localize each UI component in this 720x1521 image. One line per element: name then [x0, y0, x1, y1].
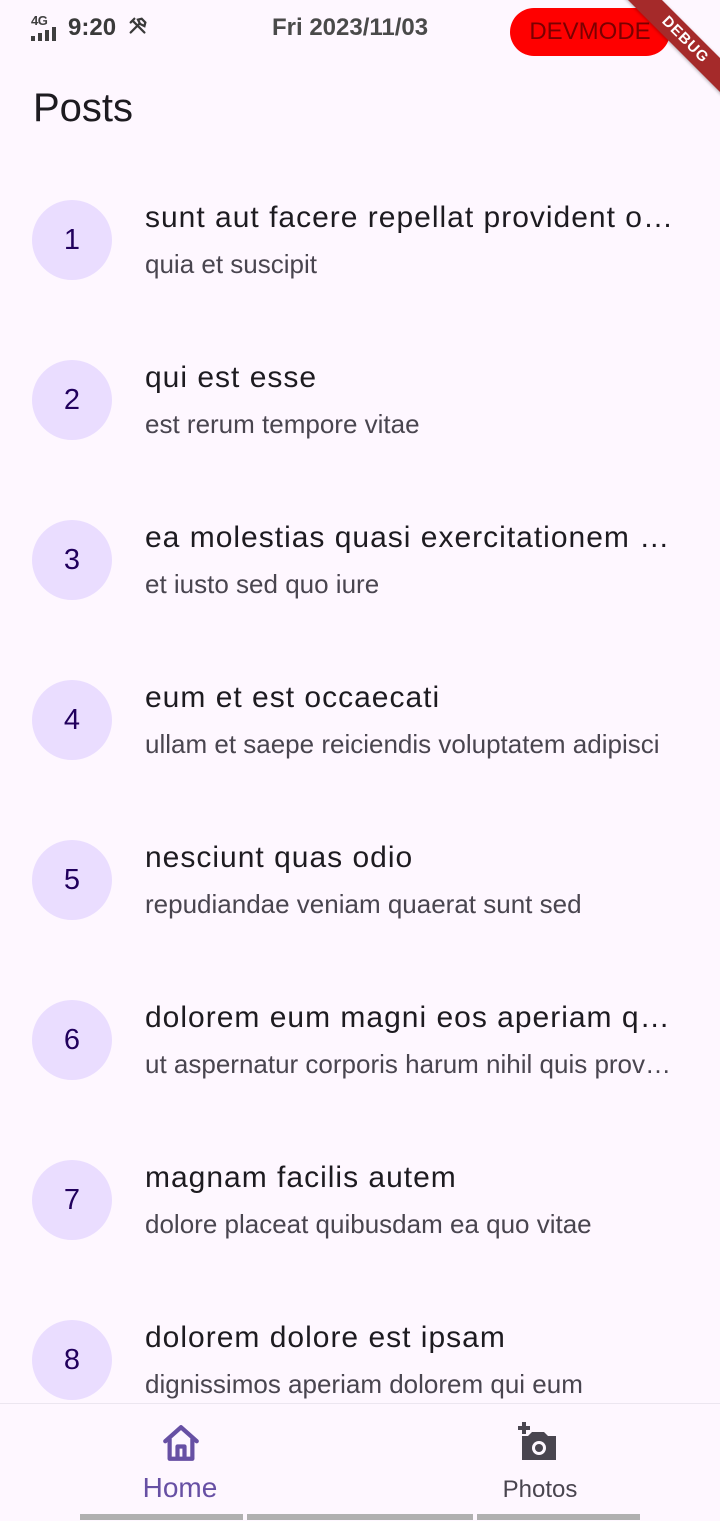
post-body: ut aspernatur corporis harum nihil quis …	[145, 1049, 673, 1079]
page-title: Posts	[33, 86, 134, 130]
post-body: est rerum tempore vitae	[145, 409, 420, 439]
post-list-item[interactable]: 1 sunt aut facere repellat provident occa…	[0, 160, 720, 320]
post-id-avatar: 5	[32, 840, 112, 920]
post-title: ea molestias quasi exercitationem repell…	[145, 521, 673, 554]
status-date: Fri 2023/11/03	[272, 14, 429, 41]
post-title: sunt aut facere repellat provident occae…	[145, 201, 673, 234]
post-list-item[interactable]: 8 dolorem dolore est ipsam dignissimos ape…	[0, 1280, 720, 1403]
nav-label-home: Home	[142, 1472, 218, 1503]
post-body: ullam et saepe reiciendis voluptatem adi…	[145, 729, 660, 759]
post-body: dignissimos aperiam dolorem qui eum	[145, 1369, 583, 1399]
post-title: magnam facilis autem	[145, 1161, 457, 1194]
post-list-item[interactable]: 2 qui est esse est rerum tempore vitae	[0, 320, 720, 480]
post-title: nesciunt quas odio	[145, 841, 414, 874]
post-list-item[interactable]: 3 ea molestias quasi exercitationem repel…	[0, 480, 720, 640]
signal-bars	[31, 27, 61, 41]
nav-item-photos[interactable]: Photos	[360, 1404, 720, 1514]
post-body: quia et suscipit	[145, 249, 317, 279]
post-body: dolore placeat quibusdam ea quo vitae	[145, 1209, 592, 1239]
post-id-avatar: 2	[32, 360, 112, 440]
cellular-signal-icon: 4G	[31, 13, 61, 43]
nav-item-home[interactable]: Home	[0, 1404, 360, 1514]
post-title: eum et est occaecati	[145, 681, 441, 714]
nav-label-photos: Photos	[502, 1476, 578, 1503]
post-list-item[interactable]: 4 eum et est occaecati ullam et saepe reic…	[0, 640, 720, 800]
post-list-item[interactable]: 6 dolorem eum magni eos aperiam quia ut as…	[0, 960, 720, 1120]
post-id-avatar: 8	[32, 1320, 112, 1400]
post-list[interactable]: 1 sunt aut facere repellat provident occa…	[0, 160, 720, 1403]
post-id-avatar: 4	[32, 680, 112, 760]
post-id-avatar: 1	[32, 200, 112, 280]
post-title: dolorem eum magni eos aperiam quia	[145, 1001, 673, 1034]
post-id-avatar: 6	[32, 1000, 112, 1080]
post-title: qui est esse	[145, 361, 318, 394]
network-type: 4G	[31, 13, 48, 28]
post-id-avatar: 7	[32, 1160, 112, 1240]
status-bar: 4G 9:20 Fri 2023/11/03 DEVMODE DEBUG	[0, 0, 720, 123]
post-list-item[interactable]: 7 magnam facilis autem dolore placeat quib…	[0, 1120, 720, 1280]
bottom-navigation-bar: Home Photos	[0, 1403, 720, 1521]
post-body: et iusto sed quo iure	[145, 569, 380, 599]
tools-icon	[129, 17, 147, 34]
post-id-avatar: 3	[32, 520, 112, 600]
post-list-item[interactable]: 5 nesciunt quas odio repudiandae veniam qu…	[0, 800, 720, 960]
post-body: repudiandae veniam quaerat sunt sed	[145, 889, 582, 919]
status-time: 9:20	[68, 14, 117, 41]
add-photo-icon	[518, 1422, 556, 1460]
home-icon	[163, 1425, 199, 1461]
post-title: dolorem dolore est ipsam	[145, 1321, 506, 1354]
